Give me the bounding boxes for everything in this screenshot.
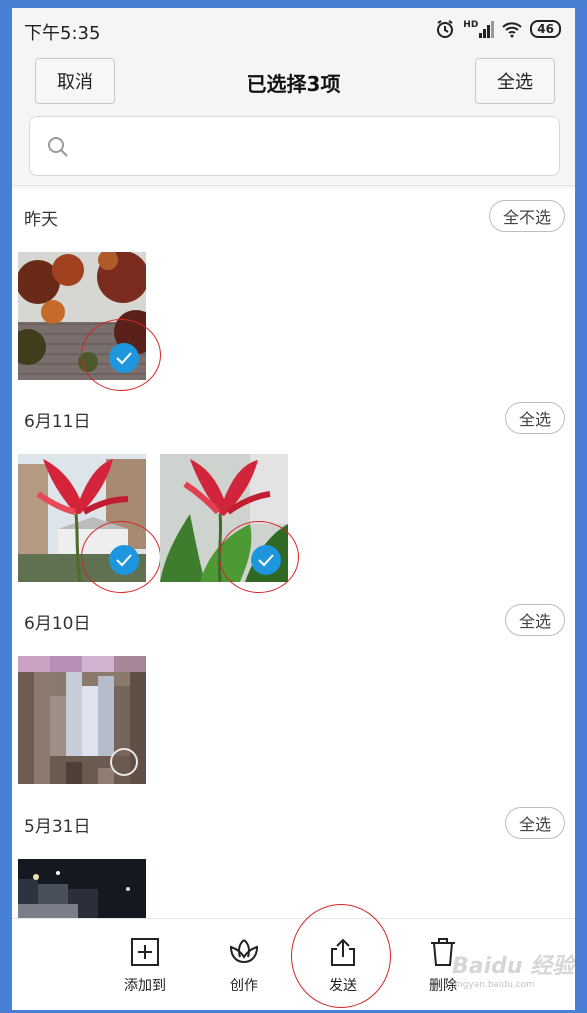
annotation-circle bbox=[219, 521, 299, 593]
status-icons: HD 46 bbox=[435, 19, 561, 39]
hd-label: HD bbox=[463, 20, 479, 30]
section-select-all-button[interactable]: 全选 bbox=[504, 402, 565, 434]
search-box[interactable] bbox=[29, 116, 560, 176]
section-label-jun11: 6月11日 bbox=[24, 412, 91, 432]
photo-thumbnail-night[interactable] bbox=[18, 859, 146, 918]
section-label-may31: 5月31日 bbox=[24, 817, 91, 837]
section-select-all-button[interactable]: 全选 bbox=[504, 604, 565, 636]
unchecked-icon bbox=[110, 748, 138, 776]
annotation-circle bbox=[81, 521, 161, 593]
section-label-jun10: 6月10日 bbox=[24, 614, 91, 634]
baidu-watermark: Baidu 经验 bbox=[452, 954, 575, 979]
section-label-yesterday: 昨天 bbox=[24, 210, 58, 230]
phone-screen: 下午5:35 HD 46 取消 已选择3项 全选 昨天 全不选 6月11日 全选… bbox=[12, 8, 575, 1010]
cancel-button[interactable]: 取消 bbox=[35, 58, 115, 104]
status-bar: 下午5:35 HD 46 bbox=[12, 8, 575, 52]
annotation-circle bbox=[291, 904, 391, 1008]
search-input[interactable] bbox=[80, 127, 540, 167]
add-icon bbox=[131, 938, 159, 966]
deselect-all-button[interactable]: 全不选 bbox=[488, 200, 565, 232]
create-label: 创作 bbox=[230, 978, 258, 994]
add-to-label: 添加到 bbox=[124, 978, 166, 994]
annotation-circle bbox=[81, 319, 161, 391]
cell-signal-icon: HD bbox=[463, 20, 495, 38]
divider bbox=[12, 185, 575, 186]
battery-icon: 46 bbox=[530, 20, 561, 38]
lotus-icon bbox=[229, 939, 259, 964]
section-select-all-button[interactable]: 全选 bbox=[504, 807, 565, 839]
wifi-icon bbox=[502, 22, 522, 38]
add-to-button[interactable]: 添加到 bbox=[110, 937, 180, 995]
status-time: 下午5:35 bbox=[24, 23, 101, 44]
search-icon bbox=[48, 137, 68, 157]
alarm-icon bbox=[437, 20, 454, 38]
watermark-url: jingyan.baidu.com bbox=[452, 980, 536, 990]
create-button[interactable]: 创作 bbox=[209, 937, 279, 995]
select-all-button[interactable]: 全选 bbox=[475, 58, 555, 104]
photo-thumbnail-pixelated[interactable] bbox=[18, 656, 146, 784]
